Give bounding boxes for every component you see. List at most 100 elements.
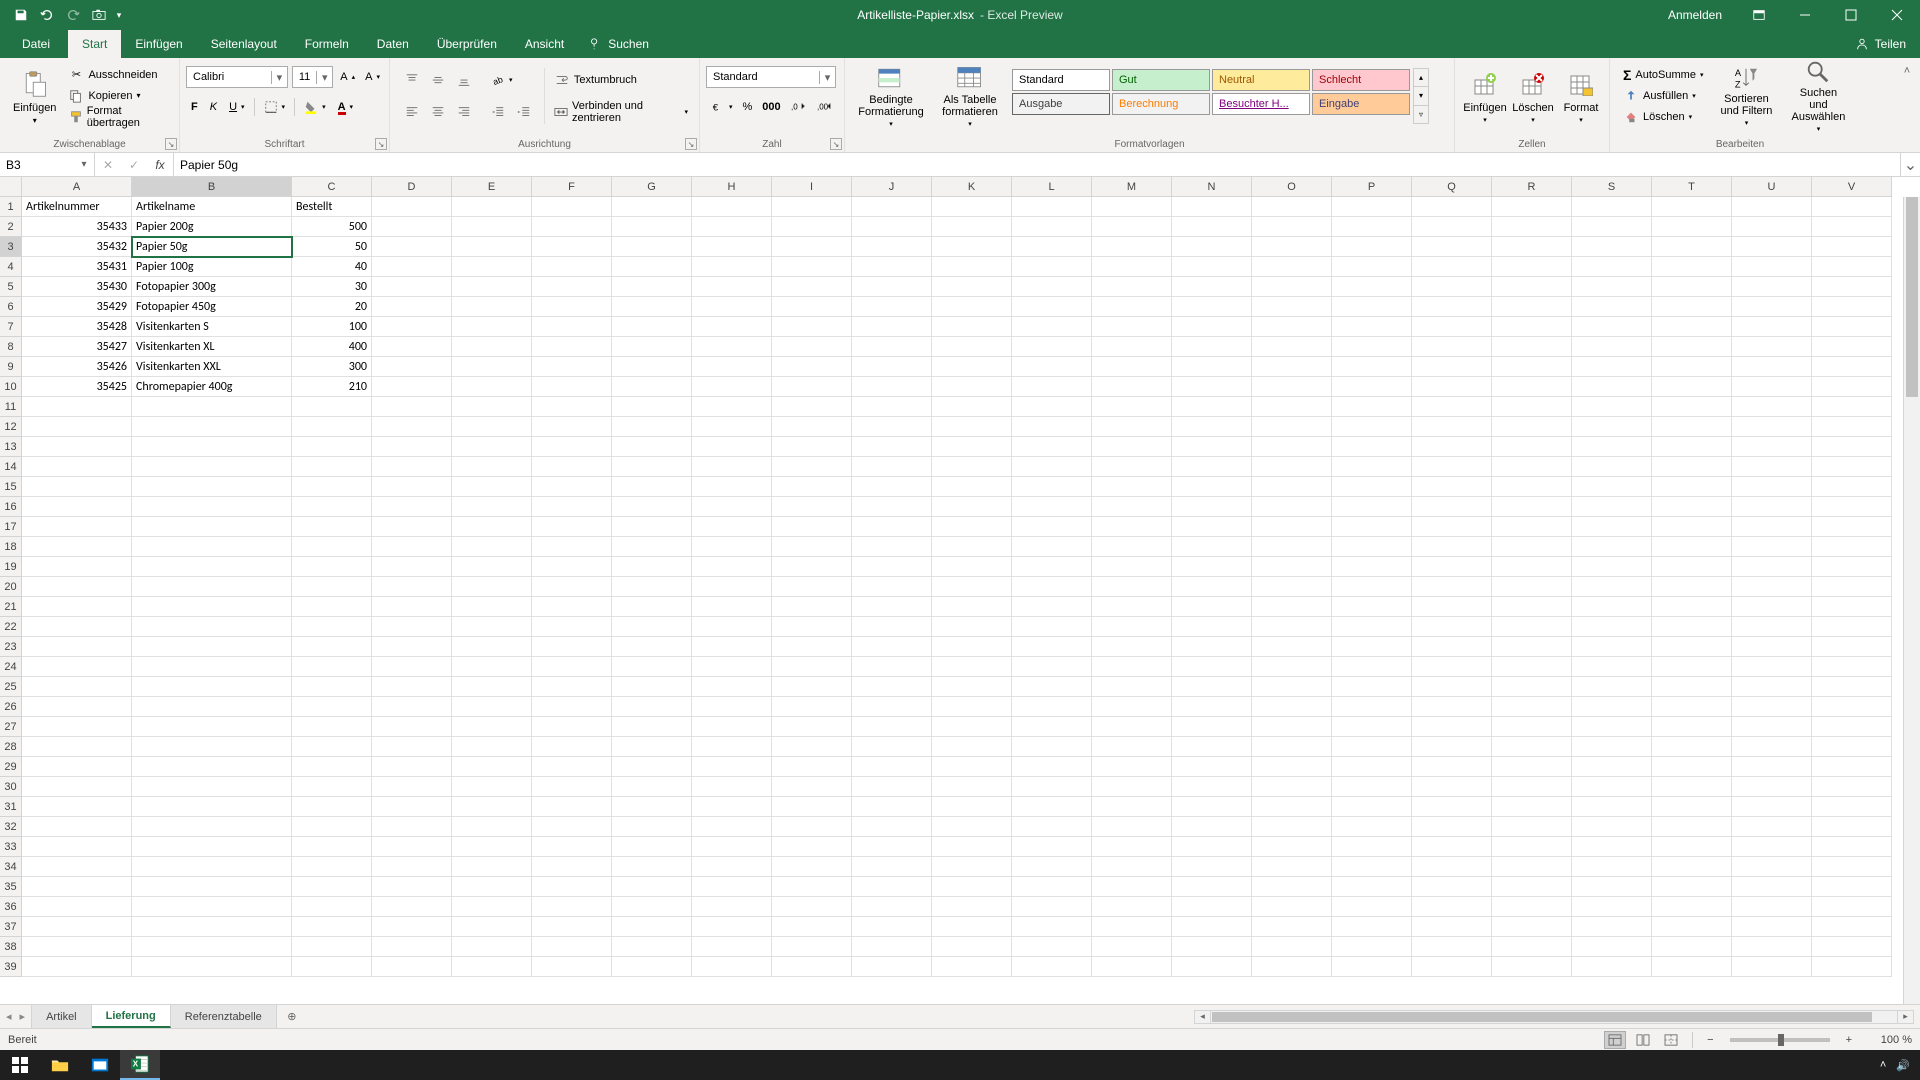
cell[interactable]: [1092, 397, 1172, 417]
cell[interactable]: [1572, 697, 1652, 717]
cell[interactable]: [1012, 877, 1092, 897]
insert-cells-button[interactable]: Einfügen▾: [1461, 62, 1509, 130]
cell[interactable]: [1332, 637, 1412, 657]
cell[interactable]: [372, 697, 452, 717]
tray-chevron-icon[interactable]: ˄: [1880, 1059, 1886, 1071]
cell[interactable]: [292, 697, 372, 717]
row-header[interactable]: 1: [0, 197, 22, 217]
cell[interactable]: [1252, 237, 1332, 257]
cell[interactable]: [452, 857, 532, 877]
cell[interactable]: [1732, 377, 1812, 397]
cell[interactable]: [1012, 557, 1092, 577]
cell[interactable]: [1172, 437, 1252, 457]
taskbar-app-button[interactable]: [80, 1050, 120, 1080]
cell[interactable]: [932, 257, 1012, 277]
cell[interactable]: [1412, 277, 1492, 297]
cell[interactable]: [372, 417, 452, 437]
cell[interactable]: [452, 657, 532, 677]
row-header[interactable]: 16: [0, 497, 22, 517]
col-header[interactable]: H: [692, 177, 772, 197]
cell[interactable]: [772, 957, 852, 977]
cell[interactable]: [1812, 397, 1892, 417]
expand-formula-bar-button[interactable]: ⌄: [1900, 153, 1920, 176]
cell[interactable]: [1332, 897, 1412, 917]
sheet-tab-referenztabelle[interactable]: Referenztabelle: [171, 1005, 277, 1028]
cell[interactable]: [1092, 517, 1172, 537]
cell[interactable]: [1252, 597, 1332, 617]
cell[interactable]: [772, 477, 852, 497]
cell[interactable]: [532, 337, 612, 357]
cell[interactable]: [292, 837, 372, 857]
cell[interactable]: [1332, 317, 1412, 337]
cell[interactable]: [372, 797, 452, 817]
cell[interactable]: [1732, 257, 1812, 277]
cell[interactable]: [1732, 437, 1812, 457]
cell[interactable]: [372, 517, 452, 537]
cell[interactable]: [1092, 577, 1172, 597]
cell[interactable]: [22, 737, 132, 757]
cell[interactable]: [852, 697, 932, 717]
hscroll-right[interactable]: ▸: [1897, 1011, 1913, 1023]
cell[interactable]: [1492, 677, 1572, 697]
cell[interactable]: [372, 537, 452, 557]
cell[interactable]: [692, 597, 772, 617]
cell[interactable]: [1012, 757, 1092, 777]
cell[interactable]: [612, 817, 692, 837]
cell[interactable]: [532, 197, 612, 217]
cell[interactable]: [1092, 877, 1172, 897]
cell[interactable]: [772, 297, 852, 317]
format-painter-button[interactable]: Format übertragen: [63, 106, 173, 128]
cell[interactable]: [1572, 517, 1652, 537]
cell[interactable]: [612, 797, 692, 817]
cell[interactable]: [1812, 857, 1892, 877]
clear-button[interactable]: Löschen▾: [1618, 107, 1708, 128]
cell[interactable]: [1652, 897, 1732, 917]
cell[interactable]: [1412, 577, 1492, 597]
cell[interactable]: [612, 697, 692, 717]
cell[interactable]: 210: [292, 377, 372, 397]
cell[interactable]: [452, 357, 532, 377]
cell[interactable]: [612, 837, 692, 857]
cell[interactable]: [372, 477, 452, 497]
cell[interactable]: [852, 297, 932, 317]
cell[interactable]: [1012, 457, 1092, 477]
wrap-text-button[interactable]: Textumbruch: [549, 69, 693, 91]
cell[interactable]: [372, 317, 452, 337]
cell[interactable]: [1812, 937, 1892, 957]
cell[interactable]: [1012, 817, 1092, 837]
sheet-tab-artikel[interactable]: Artikel: [32, 1005, 92, 1028]
cell[interactable]: [1652, 577, 1732, 597]
cell[interactable]: [532, 497, 612, 517]
cell[interactable]: [132, 897, 292, 917]
cell[interactable]: [372, 457, 452, 477]
cell[interactable]: [532, 377, 612, 397]
cell[interactable]: [1252, 757, 1332, 777]
cell[interactable]: [1732, 697, 1812, 717]
cell[interactable]: [132, 397, 292, 417]
row-header[interactable]: 17: [0, 517, 22, 537]
cell[interactable]: [532, 937, 612, 957]
cell[interactable]: [772, 817, 852, 837]
styles-scroll-down[interactable]: ▾: [1414, 86, 1428, 104]
cell[interactable]: 400: [292, 337, 372, 357]
row-header[interactable]: 14: [0, 457, 22, 477]
cell[interactable]: [1172, 857, 1252, 877]
cell[interactable]: [1092, 657, 1172, 677]
cell[interactable]: 40: [292, 257, 372, 277]
cell[interactable]: [1092, 617, 1172, 637]
cell[interactable]: [1412, 477, 1492, 497]
cell[interactable]: [1572, 617, 1652, 637]
cell[interactable]: [1492, 757, 1572, 777]
cell[interactable]: [532, 217, 612, 237]
cell[interactable]: [1012, 897, 1092, 917]
cell[interactable]: [1012, 617, 1092, 637]
cell[interactable]: [532, 857, 612, 877]
cell[interactable]: [1812, 897, 1892, 917]
cell[interactable]: [1092, 277, 1172, 297]
cell[interactable]: [1332, 817, 1412, 837]
cell[interactable]: [532, 637, 612, 657]
cell[interactable]: [1172, 737, 1252, 757]
tell-me-search[interactable]: Suchen: [578, 30, 659, 58]
cell[interactable]: [132, 697, 292, 717]
cell[interactable]: [1732, 617, 1812, 637]
